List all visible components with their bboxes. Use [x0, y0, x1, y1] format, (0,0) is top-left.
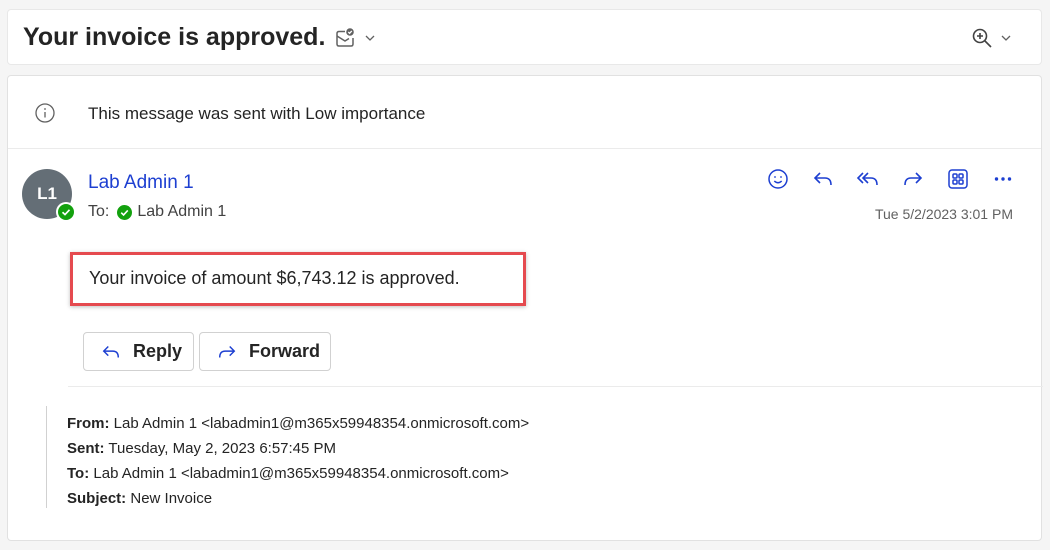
message-timestamp: Tue 5/2/2023 3:01 PM — [874, 206, 1013, 222]
quote-bar — [46, 406, 47, 508]
message-card: This message was sent with Low importanc… — [7, 75, 1043, 541]
to-value: Lab Admin 1 <labadmin1@m365x59948354.onm… — [93, 465, 509, 482]
importance-text: This message was sent with Low importanc… — [88, 104, 426, 123]
subject-value: New Invoice — [130, 490, 213, 507]
email-subject-title: Your invoice is approved. — [23, 23, 326, 51]
quoted-to-row: To: Lab Admin 1 <labadmin1@m365x59948354… — [67, 461, 529, 486]
reply-button-label: Reply — [133, 341, 183, 361]
reply-icon[interactable] — [809, 165, 837, 193]
quoted-subject-row: Subject: New Invoice — [67, 486, 529, 511]
quoted-sent-row: Sent: Tuesday, May 2, 2023 6:57:45 PM — [67, 436, 529, 461]
info-icon — [34, 102, 56, 129]
sent-label: Sent: — [67, 440, 105, 457]
sender-name[interactable]: Lab Admin 1 — [88, 172, 194, 194]
importance-banner: This message was sent with Low importanc… — [8, 76, 1041, 149]
divider — [68, 386, 1043, 387]
subject-label: Subject: — [67, 490, 127, 507]
more-icon[interactable] — [989, 165, 1017, 193]
presence-available-icon — [56, 202, 76, 222]
quoted-header: From: Lab Admin 1 <labadmin1@m365x599483… — [67, 411, 529, 511]
forward-icon — [216, 342, 238, 362]
from-value: Lab Admin 1 <labadmin1@m365x59948354.onm… — [113, 415, 530, 432]
forward-icon[interactable] — [899, 165, 927, 193]
zoom-in-icon[interactable] — [971, 24, 999, 52]
reply-icon — [100, 342, 122, 362]
chevron-down-icon[interactable] — [364, 24, 392, 52]
emoji-icon[interactable] — [764, 165, 792, 193]
message-body: Your invoice of amount $6,743.12 is appr… — [70, 252, 526, 306]
mail-check-icon[interactable] — [334, 24, 362, 52]
from-label: From: — [67, 415, 110, 432]
to-label: To: — [88, 203, 110, 220]
forward-button[interactable]: Forward — [199, 332, 331, 371]
apps-icon[interactable] — [944, 165, 972, 193]
subject-bar: Your invoice is approved. — [7, 9, 1042, 65]
quoted-from-row: From: Lab Admin 1 <labadmin1@m365x599483… — [67, 411, 529, 436]
chevron-down-icon[interactable] — [1000, 24, 1028, 52]
recipient-name[interactable]: Lab Admin 1 — [137, 203, 226, 221]
reply-button[interactable]: Reply — [83, 332, 194, 371]
forward-button-label: Forward — [249, 341, 321, 361]
reply-all-icon[interactable] — [854, 165, 882, 193]
sent-value: Tuesday, May 2, 2023 6:57:45 PM — [108, 440, 337, 457]
presence-available-icon — [117, 204, 133, 220]
recipient-row: To: Lab Admin 1 — [88, 203, 226, 221]
to-label: To: — [67, 465, 90, 482]
